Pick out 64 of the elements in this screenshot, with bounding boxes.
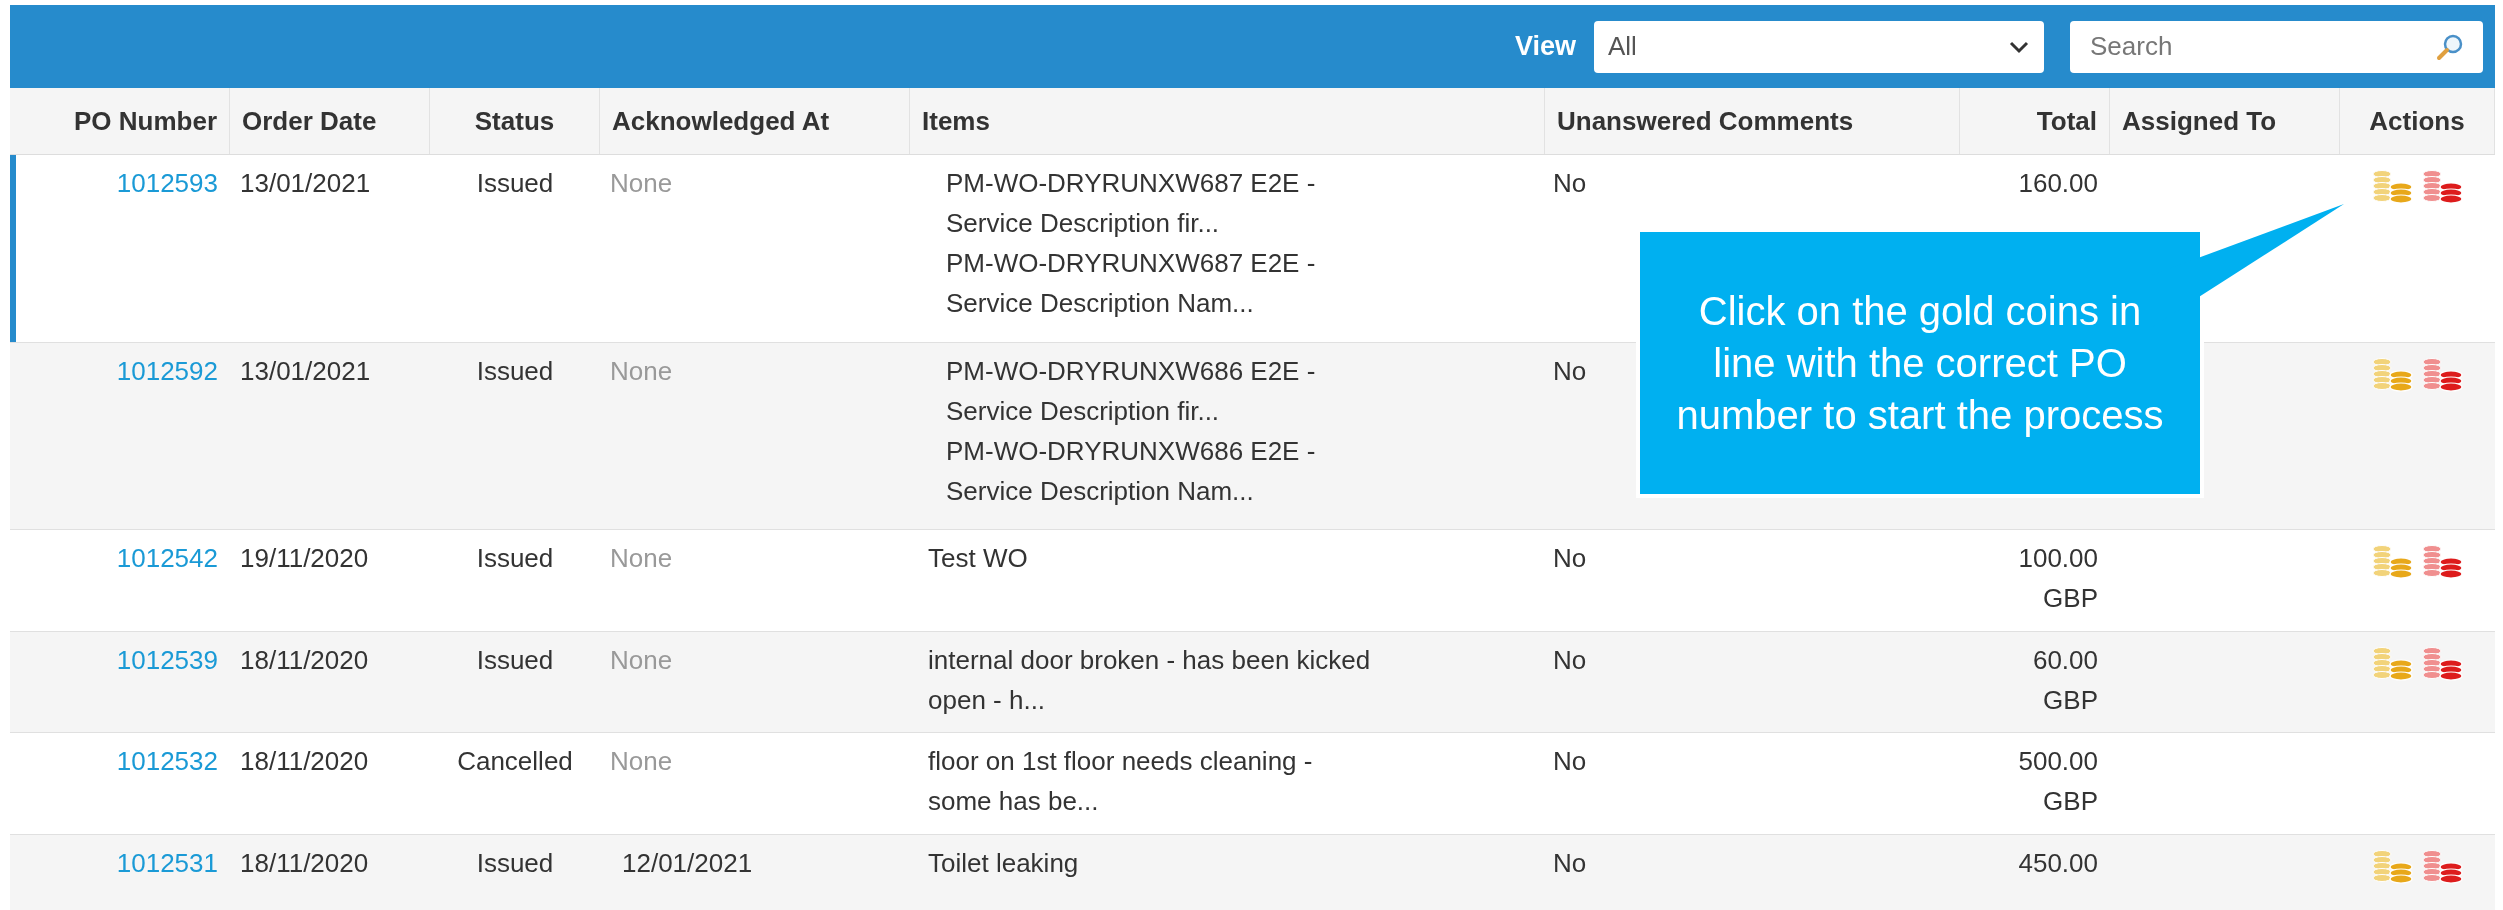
view-label: View — [1514, 30, 1576, 64]
table-cell: None — [610, 543, 673, 573]
table-cell: None — [610, 356, 673, 386]
table-cell: 18/11/2020 — [240, 645, 369, 675]
table-cell: Issued — [476, 645, 554, 675]
item-text: open - h... — [928, 684, 1047, 717]
coin-stack-icon[interactable] — [2420, 544, 2465, 580]
search-field[interactable]: Search — [2070, 20, 2483, 73]
item-text: PM-WO-DRYRUNXW686 E2E - — [946, 355, 1317, 388]
table-cell-text: GBP — [2043, 785, 2098, 818]
table-cell: None — [610, 746, 673, 776]
item-text: PM-WO-DRYRUNXW687 E2E - — [946, 247, 1317, 280]
table-cell: No — [1553, 168, 1587, 198]
table-cell-text: 100.00 — [2018, 542, 2098, 575]
item-text: Service Description fir... — [946, 207, 1221, 240]
table-cell-text: 450.00 — [2018, 847, 2098, 880]
item-text: Service Description fir... — [946, 395, 1221, 428]
column-header[interactable]: Order Date — [242, 101, 377, 141]
column-header[interactable]: Items — [922, 101, 990, 141]
item-text: floor on 1st floor needs cleaning - — [928, 745, 1314, 778]
table-cell: No — [1553, 746, 1587, 776]
column-header[interactable]: Assigned To — [2122, 101, 2277, 141]
item-text: PM-WO-DRYRUNXW686 E2E - — [946, 435, 1317, 468]
column-header[interactable]: Unanswered Comments — [1557, 101, 1854, 141]
coin-stack-icon[interactable] — [2420, 169, 2465, 205]
table-cell: 13/01/2021 — [240, 168, 371, 198]
table-cell: Issued — [476, 168, 554, 198]
item-text: some has be... — [928, 785, 1100, 818]
coin-stack-icon[interactable] — [2420, 849, 2465, 885]
item-text: internal door broken - has been kicked — [928, 644, 1372, 677]
column-header[interactable]: Actions — [2369, 101, 2465, 141]
column-header[interactable]: Total — [2036, 101, 2097, 141]
table-cell-text: GBP — [2043, 582, 2098, 615]
chevron-down-icon — [2008, 39, 2030, 54]
table-cell: No — [1553, 848, 1587, 878]
item-text: Service Description Nam... — [946, 475, 1255, 508]
table-cell: 18/11/2020 — [240, 746, 369, 776]
column-header[interactable]: Acknowledged At — [612, 101, 830, 141]
item-text: Toilet leaking — [928, 847, 1080, 880]
table-cell: No — [1553, 543, 1587, 573]
item-text: Service Description Nam... — [946, 287, 1255, 320]
table-cell: 18/11/2020 — [240, 848, 369, 878]
item-text: Test WO — [928, 542, 1029, 575]
coin-stack-icon[interactable] — [2420, 357, 2465, 393]
table-cell-text: 160.00 — [2018, 167, 2098, 200]
coin-stack-icon[interactable] — [2420, 646, 2465, 682]
table-cell: No — [1553, 356, 1587, 386]
table-cell: 12/01/2021 — [622, 848, 753, 878]
table-cell: Issued — [476, 356, 554, 386]
table-cell: No — [1553, 645, 1587, 675]
column-header[interactable]: Status — [474, 101, 555, 141]
item-text: PM-WO-DRYRUNXW687 E2E - — [946, 167, 1317, 200]
table-cell-text: GBP — [2043, 684, 2098, 717]
table-cell: Issued — [476, 848, 554, 878]
table-cell-text: 500.00 — [2018, 745, 2098, 778]
view-dropdown[interactable]: All — [1594, 20, 2044, 73]
table-cell: 19/11/2020 — [240, 543, 369, 573]
table-cell-text: 60.00 — [2032, 644, 2098, 677]
table-cell: None — [610, 645, 673, 675]
table-cell: None — [610, 168, 673, 198]
table-cell: Issued — [476, 543, 554, 573]
column-header[interactable]: PO Number — [73, 101, 217, 141]
table-cell: Cancelled — [457, 746, 573, 776]
table-cell: 13/01/2021 — [240, 356, 371, 386]
